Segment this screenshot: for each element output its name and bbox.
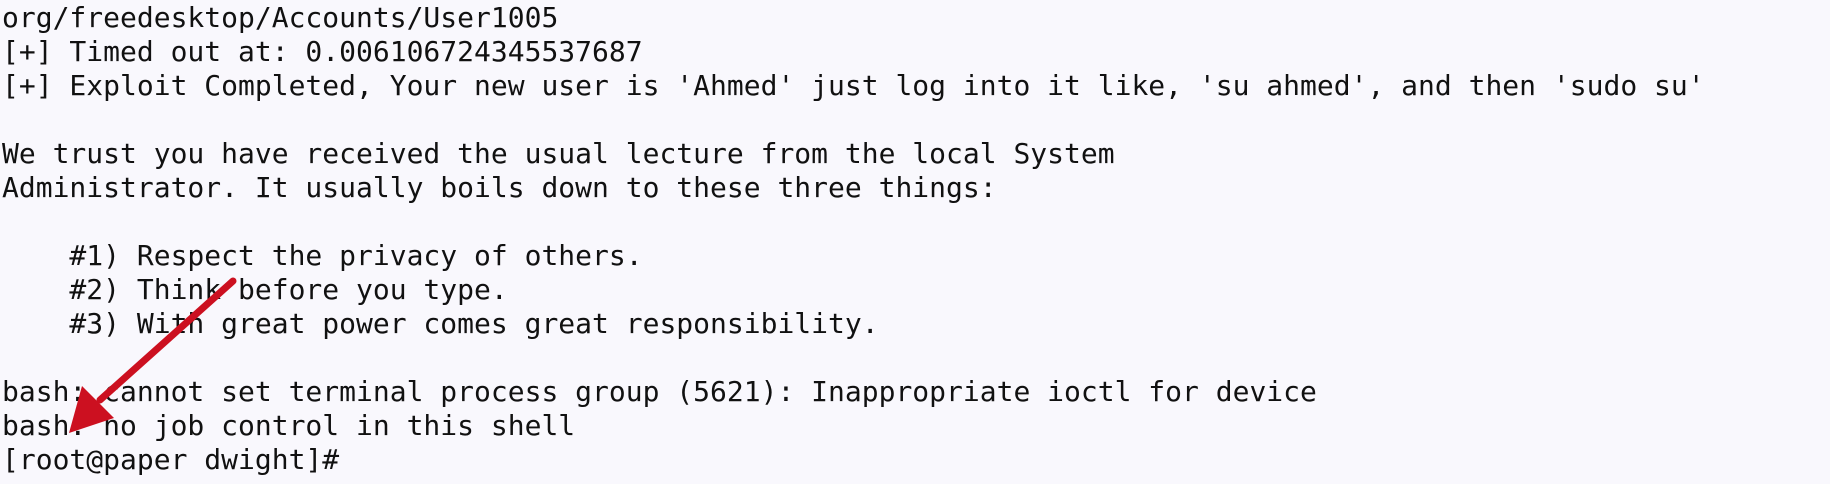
- terminal-line-exploit-completed: [+] Exploit Completed, Your new user is …: [2, 69, 1705, 102]
- terminal-root-prompt[interactable]: [root@paper dwight]#: [2, 443, 1830, 477]
- terminal-line-rule-3: #3) With great power comes great respons…: [2, 307, 879, 340]
- terminal-line-rule-2: #2) Think before you type.: [2, 273, 508, 306]
- terminal-line-sudo-lecture-1: We trust you have received the usual lec…: [2, 137, 1115, 170]
- terminal-line-bash-warning-1: bash: cannot set terminal process group …: [2, 375, 1317, 408]
- terminal-line-timeout: [+] Timed out at: 0.006106724345537687: [2, 35, 643, 68]
- terminal-output[interactable]: org/freedesktop/Accounts/User1005 [+] Ti…: [0, 0, 1830, 484]
- terminal-line-bash-warning-2: bash: no job control in this shell: [2, 409, 576, 442]
- terminal-line-sudo-lecture-2: Administrator. It usually boils down to …: [2, 171, 997, 204]
- terminal-line-rule-1: #1) Respect the privacy of others.: [2, 239, 643, 272]
- terminal-line-dbus-path: org/freedesktop/Accounts/User1005: [2, 1, 559, 34]
